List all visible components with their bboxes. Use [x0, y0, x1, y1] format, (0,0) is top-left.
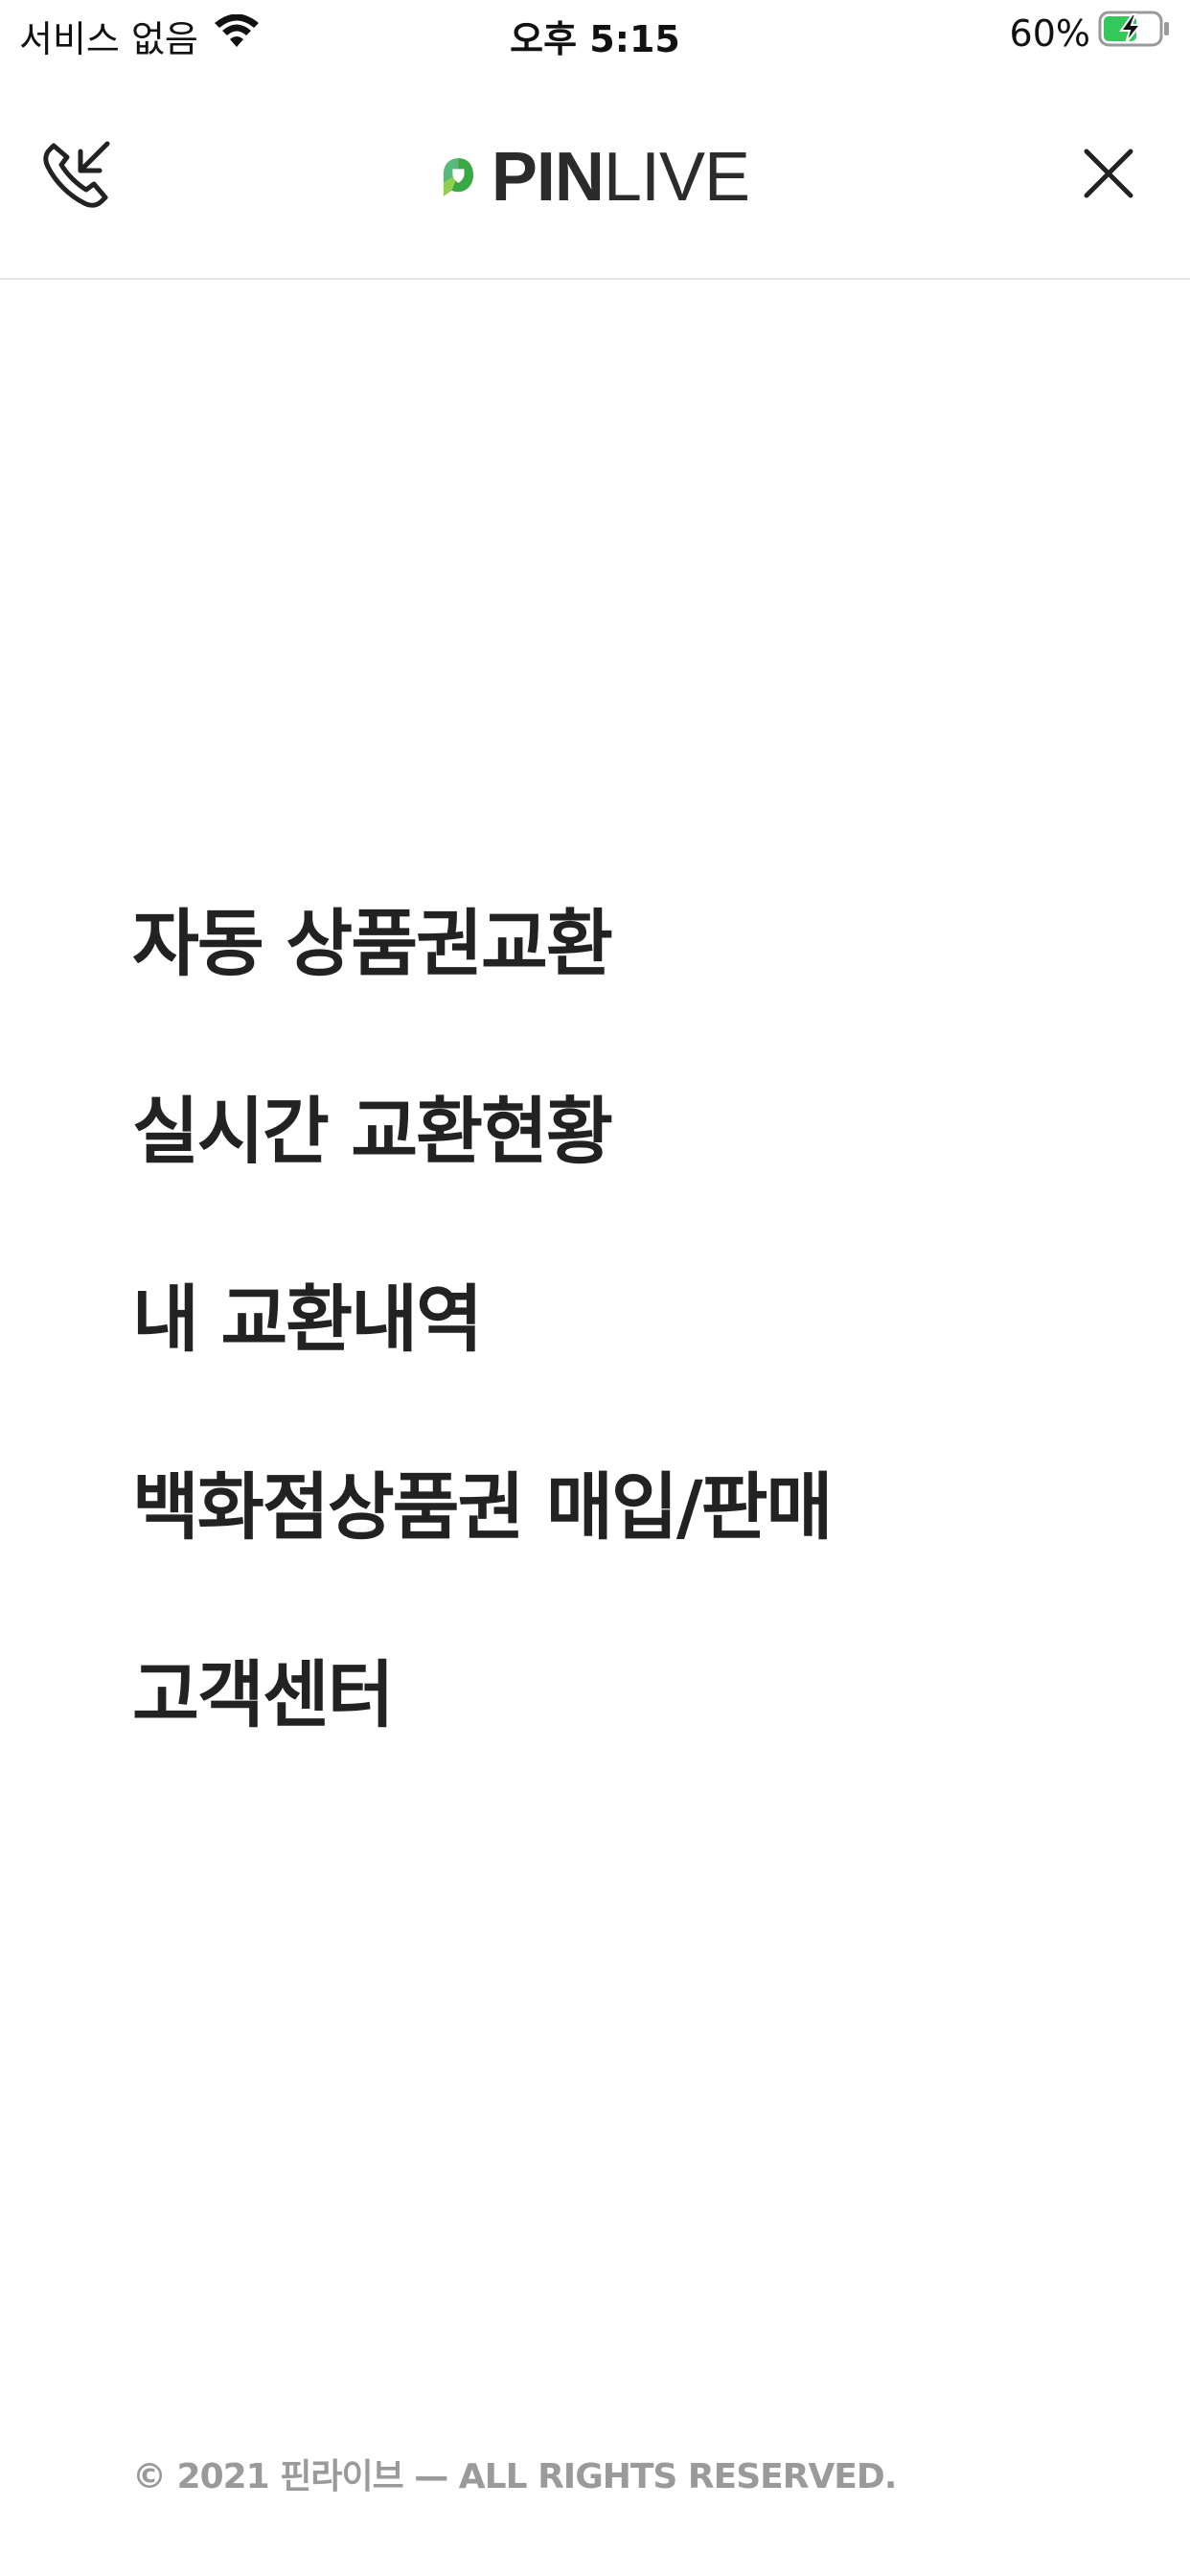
call-button[interactable] — [36, 128, 123, 215]
logo-text-live: LIVE — [603, 139, 750, 216]
pinlive-logo[interactable]: PINLIVE — [443, 125, 750, 230]
app-header: PINLIVE — [0, 105, 1190, 280]
status-bar: 서비스 없음 오후 5:15 60% — [0, 0, 1190, 77]
main-menu: 자동 상품권교환 실시간 교환현황 내 교환내역 백화점상품권 매입/판매 고객… — [132, 886, 1090, 1826]
logo-text-pin: PIN — [491, 139, 605, 216]
copyright-footer: © 2021 핀라이브 — ALL RIGHTS RESERVED. — [132, 2457, 897, 2496]
close-button[interactable] — [1075, 140, 1142, 207]
menu-item-my-history[interactable]: 내 교환내역 — [132, 1262, 1090, 1450]
close-icon — [1084, 149, 1133, 198]
battery-icon — [1098, 10, 1171, 57]
pinlive-logo-mark — [443, 158, 474, 196]
menu-item-customer-center[interactable]: 고객센터 — [132, 1638, 1090, 1826]
menu-item-dept-store-voucher[interactable]: 백화점상품권 매입/판매 — [132, 1450, 1090, 1638]
menu-item-live-status[interactable]: 실시간 교환현황 — [132, 1074, 1090, 1262]
menu-screen: 서비스 없음 오후 5:15 60% PINLIVE 자동 상품권교환 실시간 … — [0, 0, 1190, 2576]
phone-incoming-icon — [43, 141, 110, 208]
menu-item-auto-exchange[interactable]: 자동 상품권교환 — [132, 886, 1090, 1074]
battery-percent: 60% — [1009, 12, 1090, 55]
status-right: 60% — [1010, 10, 1171, 57]
logo-text: PINLIVE — [491, 138, 750, 217]
